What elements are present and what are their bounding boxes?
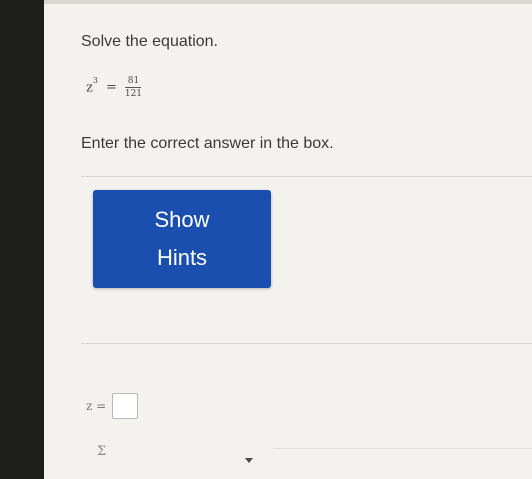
fraction-denominator: 121 <box>124 89 143 99</box>
sigma-icon[interactable]: Σ <box>97 444 106 459</box>
answer-label: z = <box>86 399 107 413</box>
show-hints-label-line2: Hints <box>156 245 208 270</box>
answer-row: z = <box>86 393 139 419</box>
top-divider <box>44 0 532 4</box>
fraction-numerator: 81 <box>127 76 140 86</box>
equation-lhs: z3 <box>86 76 98 96</box>
equation-equals: = <box>105 80 117 95</box>
show-hints-label-line1: Show <box>154 207 210 232</box>
answer-input[interactable] <box>112 393 139 419</box>
equation: z3 = 81 121 <box>86 76 142 99</box>
equation-variable: z <box>86 80 93 96</box>
chevron-down-icon[interactable] <box>245 458 253 463</box>
toolbar-divider <box>274 448 532 449</box>
fraction-bar <box>125 87 142 88</box>
hints-panel: Show Hints <box>81 176 532 344</box>
equation-exponent: 3 <box>92 76 98 86</box>
equation-fraction: 81 121 <box>125 76 142 99</box>
instruction-text: Enter the correct answer in the box. <box>81 135 334 152</box>
show-hints-button[interactable]: Show Hints <box>93 190 271 288</box>
content-area: Solve the equation. z3 = 81 121 Enter th… <box>44 0 532 479</box>
question-prompt: Solve the equation. <box>81 33 218 50</box>
